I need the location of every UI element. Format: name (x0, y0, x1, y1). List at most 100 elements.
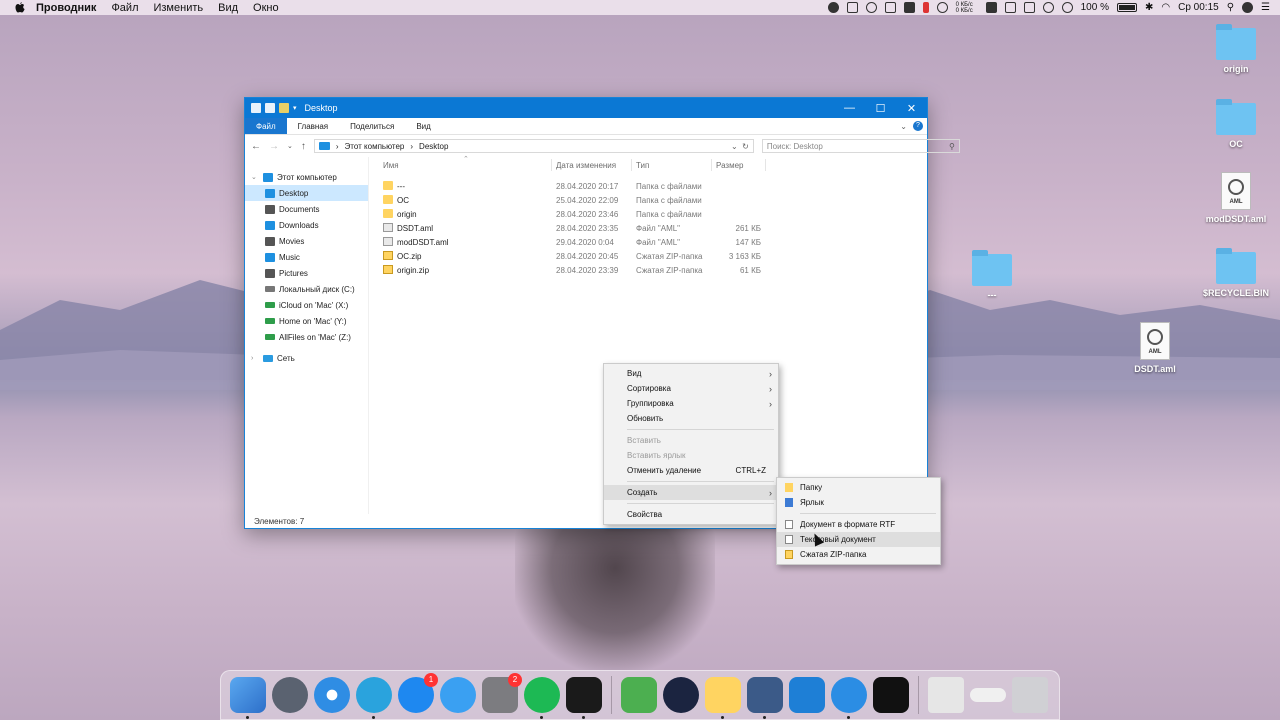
shield-tray-icon[interactable] (1042, 2, 1054, 13)
recent-locations-icon[interactable]: ⌄ (287, 142, 293, 150)
battery-icon[interactable] (1116, 3, 1137, 12)
table-row[interactable]: origin 28.04.2020 23:46 Папка с файлами (369, 207, 927, 221)
app-store-icon[interactable]: 1 (398, 673, 438, 713)
windows-console-icon[interactable] (873, 677, 909, 713)
time-machine-tray-icon[interactable] (1061, 2, 1073, 13)
desktop-icon-recycle-bin[interactable]: $RECYCLE.BIN (1196, 248, 1276, 298)
message-tray-icon[interactable] (846, 2, 858, 13)
address-bar[interactable]: › Этот компьютер › Desktop ⌄ ↻ (313, 139, 754, 153)
table-row[interactable]: DSDT.aml 28.04.2020 23:35 Файл "AML" 261 КБ (369, 221, 927, 235)
breadcrumb-this-pc[interactable]: Этот компьютер (345, 142, 405, 151)
keyboard-tray-icon[interactable] (903, 2, 915, 13)
tab-share[interactable]: Поделиться (339, 118, 405, 134)
adguard-icon[interactable] (621, 677, 657, 713)
wave-app-icon[interactable] (663, 677, 699, 713)
menubar-app-name[interactable]: Проводник (36, 2, 96, 14)
chevron-right-icon[interactable]: › (251, 355, 259, 362)
tab-view[interactable]: Вид (405, 118, 441, 134)
desktop-icon-moddsdt[interactable]: AML modDSDT.aml (1196, 172, 1276, 224)
address-controls[interactable]: ⌄ ↻ (731, 142, 749, 151)
forward-arrow-icon[interactable]: → (269, 141, 279, 152)
tab-file[interactable]: Файл (245, 118, 287, 134)
bluetooth-icon[interactable]: ✱ (1145, 2, 1153, 13)
quick-access-dropdown-icon[interactable]: ▾ (293, 104, 297, 112)
nav-this-pc[interactable]: ⌄ Этот компьютер (245, 169, 368, 185)
launchpad-icon[interactable] (272, 677, 308, 713)
menubar-clock[interactable]: Ср 00:15 (1178, 2, 1219, 13)
telegram-tray-icon[interactable] (827, 2, 839, 13)
nav-desktop[interactable]: Desktop (245, 185, 368, 201)
column-name[interactable]: Имя (383, 161, 399, 170)
spotlight-icon[interactable]: ⚲ (1227, 2, 1234, 13)
tab-home[interactable]: Главная (287, 118, 339, 134)
bookmark-tray-icon[interactable] (1023, 2, 1035, 13)
menubar-file[interactable]: Файл (111, 2, 138, 14)
nav-home[interactable]: Home on 'Mac' (Y:) (245, 313, 368, 329)
table-row[interactable]: modDSDT.aml 29.04.2020 0:04 Файл "AML" 147 … (369, 235, 927, 249)
new-folder-quick-icon[interactable] (279, 103, 289, 113)
spotify-icon[interactable] (524, 677, 560, 719)
breadcrumb-sep-icon[interactable]: › (336, 142, 339, 151)
minimize-button[interactable]: — (834, 98, 865, 118)
back-arrow-icon[interactable]: ← (251, 141, 261, 152)
column-type[interactable]: Тип (636, 161, 649, 170)
desktop-icon-dsdt[interactable]: AML DSDT.aml (1115, 322, 1195, 374)
menubar-window[interactable]: Окно (253, 2, 279, 14)
menu-item-properties[interactable]: Свойства (604, 507, 778, 522)
submenu-item-folder[interactable]: Папку (777, 480, 940, 495)
volume-tray-icon[interactable] (865, 2, 877, 13)
menu-item-paste[interactable]: Вставить (604, 433, 778, 448)
menu-item-sort[interactable]: Сортировка › (604, 381, 778, 396)
table-row[interactable]: OC.zip 28.04.2020 20:45 Сжатая ZIP-папка 3 … (369, 249, 927, 263)
system-preferences-icon[interactable]: 2 (482, 673, 522, 713)
battery-percent[interactable]: 100 % (1081, 2, 1109, 13)
menu-item-create[interactable]: Создать › (604, 485, 778, 500)
parallels-desktop-icon[interactable] (747, 677, 783, 719)
breadcrumb-sep-icon[interactable]: › (410, 142, 413, 151)
menu-item-view[interactable]: Вид › (604, 366, 778, 381)
chevron-down-icon[interactable]: ⌄ (251, 173, 259, 181)
column-size[interactable]: Размер (716, 161, 744, 170)
desktop-icon-origin[interactable]: origin (1196, 24, 1276, 74)
menu-item-paste-shortcut[interactable]: Вставить ярлык (604, 448, 778, 463)
internet-explorer-icon[interactable] (831, 677, 867, 719)
submenu-item-shortcut[interactable]: Ярлык (777, 495, 940, 510)
nav-downloads[interactable]: Downloads (245, 217, 368, 233)
windows-start-icon[interactable] (789, 677, 825, 713)
finder-icon[interactable] (230, 677, 266, 719)
nav-allfiles[interactable]: AllFiles on 'Mac' (Z:) (245, 329, 368, 345)
nav-icloud[interactable]: iCloud on 'Mac' (X:) (245, 297, 368, 313)
column-date[interactable]: Дата изменения (556, 161, 616, 170)
search-icon[interactable]: ⚲ (949, 142, 955, 151)
safari-icon[interactable] (314, 677, 350, 713)
display-tray-icon[interactable] (884, 2, 896, 13)
nav-movies[interactable]: Movies (245, 233, 368, 249)
timer-tray-icon[interactable] (936, 2, 948, 13)
submenu-item-zip[interactable]: Сжатая ZIP-папка (777, 547, 940, 562)
menu-item-refresh[interactable]: Обновить (604, 411, 778, 426)
explorer-titlebar[interactable]: ▾ Desktop — ☐ ✕ (245, 98, 927, 118)
table-row[interactable]: origin.zip 28.04.2020 23:39 Сжатая ZIP-пап… (369, 263, 927, 277)
nav-documents[interactable]: Documents (245, 201, 368, 217)
terminal-icon[interactable] (566, 677, 602, 719)
document-preview-icon[interactable] (928, 677, 964, 713)
menubar-edit[interactable]: Изменить (153, 2, 203, 14)
search-input[interactable]: Поиск: Desktop ⚲ (761, 139, 960, 153)
submenu-item-rtf[interactable]: Документ в формате RTF (777, 517, 940, 532)
parallels-tray-icon[interactable] (922, 2, 929, 13)
close-button[interactable]: ✕ (896, 98, 927, 118)
help-icon[interactable]: ? (913, 121, 923, 131)
properties-quick-icon[interactable] (265, 103, 275, 113)
menubar-view[interactable]: Вид (218, 2, 238, 14)
expand-ribbon-icon[interactable]: ⌄ (900, 122, 907, 131)
downloads-stack-icon[interactable] (970, 688, 1006, 702)
user-avatar-icon[interactable] (1242, 2, 1254, 13)
nav-network[interactable]: › Сеть (245, 350, 368, 366)
notification-center-icon[interactable]: ☰ (1261, 2, 1270, 13)
up-arrow-icon[interactable]: ↑ (301, 141, 306, 152)
desktop-icon-oc[interactable]: OC (1196, 99, 1276, 149)
table-row[interactable]: --- 28.04.2020 20:17 Папка с файлами (369, 179, 927, 193)
network-speed[interactable]: 0 КБ/с 0 КБ/с (956, 2, 978, 14)
apple-icon[interactable] (14, 1, 26, 14)
desktop-icon-dashes[interactable]: --- (952, 250, 1032, 300)
